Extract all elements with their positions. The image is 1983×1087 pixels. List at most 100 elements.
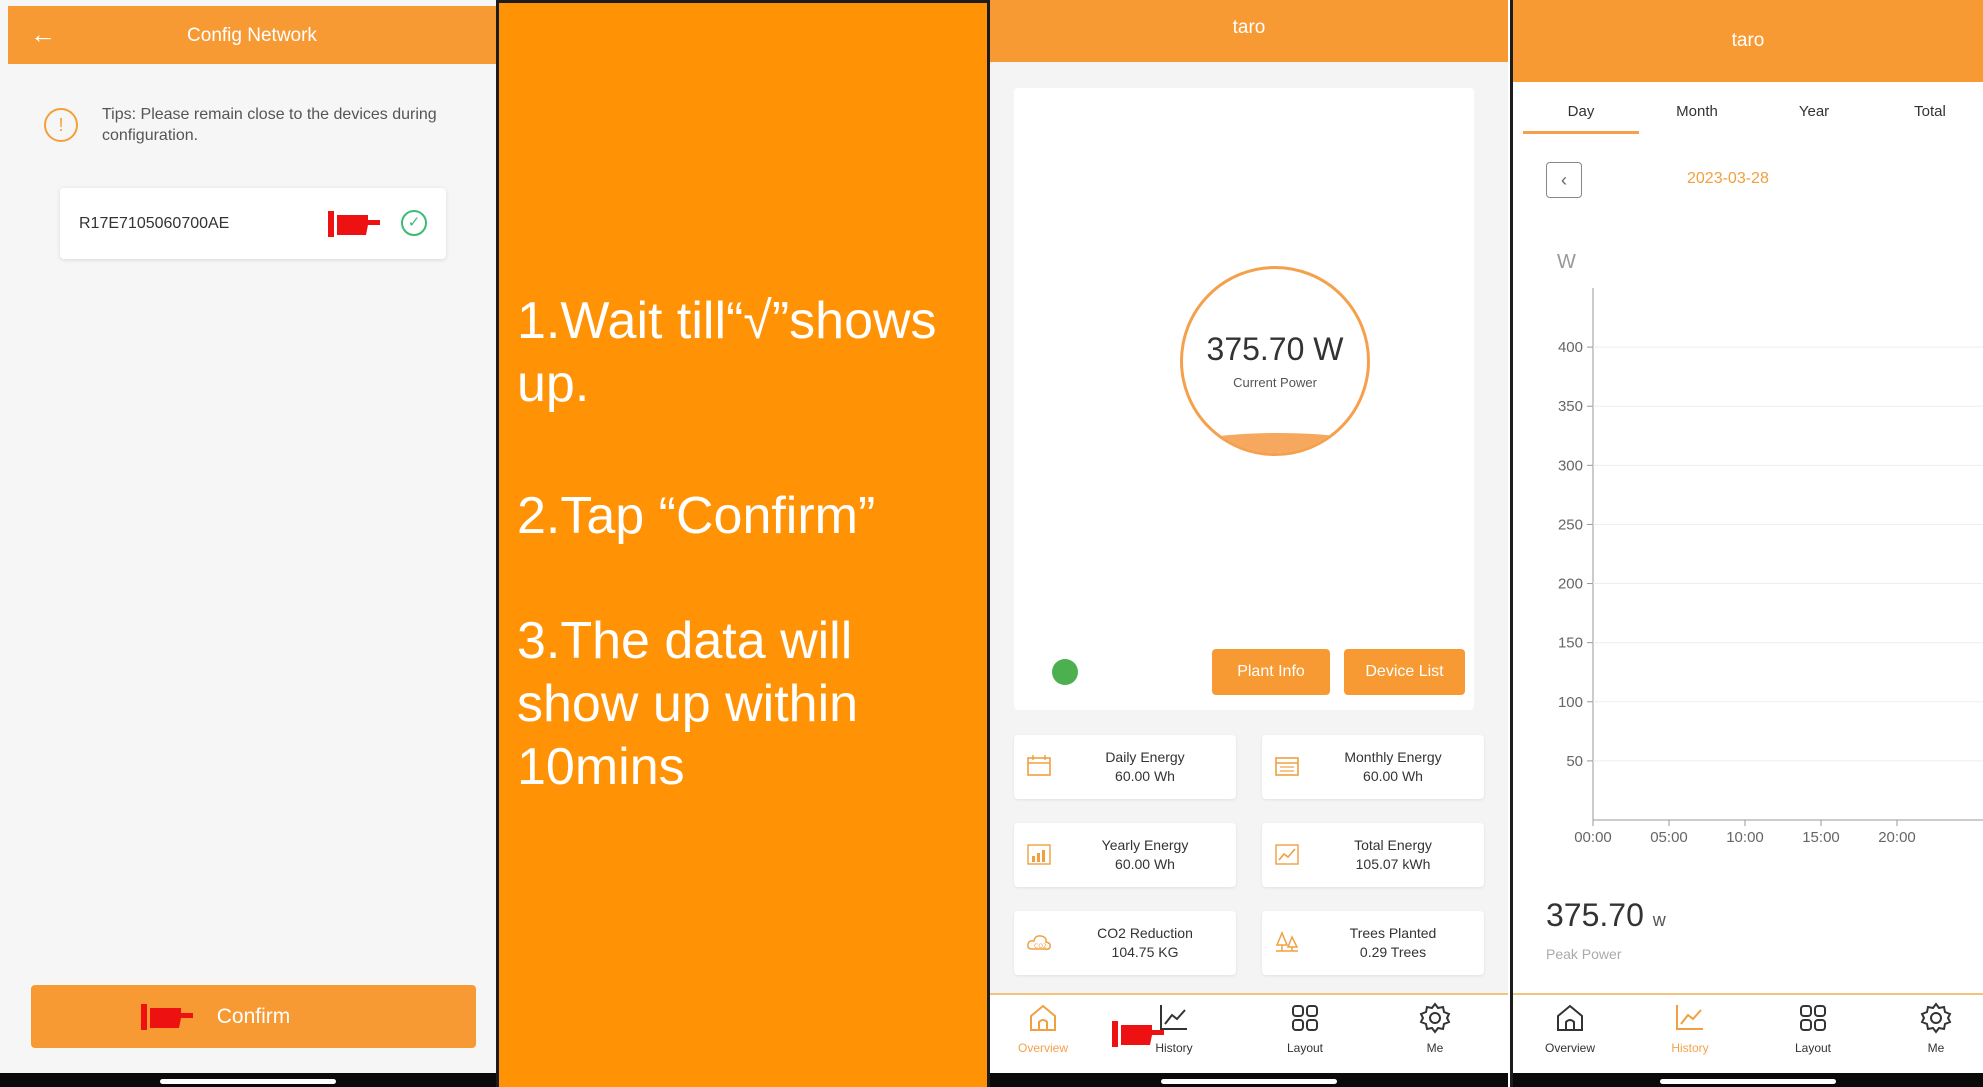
yearly-energy-card: Yearly Energy 60.00 Wh [1014,823,1236,887]
y-tick-label: 300 [1558,457,1583,474]
bottom-tab-bar: Overview History Layout Me [990,993,1508,1073]
y-tick-label: 50 [1566,753,1583,770]
current-power-label: Current Power [1233,375,1317,390]
device-serial: R17E7105060700AE [79,215,230,232]
stat-value: 104.75 KG [1111,944,1179,960]
trees-icon [1275,931,1299,952]
online-status-dot [1052,659,1078,685]
tab-overview[interactable]: Overview [998,1001,1088,1055]
tab-label: Overview [1017,1041,1068,1055]
stat-title: Daily Energy [1105,749,1185,765]
tab-me[interactable]: Me [1891,1001,1981,1055]
co2-cloud-icon: CO2 [1027,935,1051,950]
screenshot-stage: ← Config Network ! Tips: Please remain c… [0,0,1983,1087]
tab-label: Overview [1544,1041,1595,1055]
previous-date-button[interactable]: ‹ [1546,162,1582,198]
tab-year[interactable]: Year [1756,103,1872,120]
stat-value: 60.00 Wh [1115,856,1175,872]
pointing-hand-icon [1112,1021,1164,1047]
home-icon [1557,1004,1583,1031]
stat-value: 60.00 Wh [1363,768,1423,784]
layout-grid-icon [1292,1005,1318,1031]
calendar-grid-icon [1275,757,1299,776]
instruction-step-1: 1.Wait till“√”shows up. [517,292,937,413]
history-screen: taro Day Month Year Total ‹ 2023-03-28 W… [1510,0,1983,1087]
daily-energy-card: Daily Energy 60.00 Wh [1014,735,1236,799]
tab-total[interactable]: Total [1872,103,1983,120]
stat-title: CO2 Reduction [1097,925,1193,941]
x-tick-label: 20:00 [1878,829,1916,846]
info-icon: ! [44,108,78,142]
device-list-button[interactable]: Device List [1344,649,1465,695]
system-bottom-bar [0,1073,496,1087]
home-icon [1030,1004,1056,1031]
current-power-gauge: 375.70 W Current Power [1180,266,1370,456]
instruction-step-2: 2.Tap “Confirm” [517,487,876,545]
tab-label: Me [1426,1041,1444,1055]
tab-layout[interactable]: Layout [1260,1001,1350,1055]
plant-info-button[interactable]: Plant Info [1212,649,1330,695]
stat-title: Yearly Energy [1101,837,1189,853]
trend-chart-icon [1275,844,1299,865]
history-chart-icon [1676,1005,1703,1030]
x-tick-label: 00:00 [1574,829,1612,846]
overview-screen: taro 375.70 W Current Power Plant Info D… [990,0,1508,1087]
tab-overview[interactable]: Overview [1525,1001,1615,1055]
selected-date[interactable]: 2023-03-28 [1687,170,1769,188]
gear-icon [1419,1002,1451,1034]
y-axis-unit: W [1557,251,1576,273]
system-bottom-bar [990,1073,1508,1087]
tab-label: Me [1927,1041,1945,1055]
device-card[interactable]: R17E7105060700AE ✓ [60,188,446,259]
tip-text: Tips: Please remain close to the devices… [102,106,437,144]
total-energy-card: Total Energy 105.07 kWh [1262,823,1484,887]
plant-title: taro [1232,17,1266,38]
system-bottom-bar [1513,1073,1983,1087]
home-indicator[interactable] [1161,1079,1337,1084]
current-power-value: 375.70 W [1206,331,1344,367]
page-title: Config Network [187,25,317,46]
y-tick-label: 400 [1558,339,1583,356]
pointing-hand-icon [328,211,380,237]
y-tick-label: 200 [1558,576,1583,593]
history-header: taro [1513,0,1983,82]
tab-history[interactable]: History [1645,1001,1735,1055]
tab-month[interactable]: Month [1639,103,1755,120]
config-network-screen: ← Config Network ! Tips: Please remain c… [0,0,496,1087]
monthly-energy-card: Monthly Energy 60.00 Wh [1262,735,1484,799]
active-tab-indicator [1523,131,1639,134]
gauge-fill [1183,433,1367,453]
instruction-step-3: 3.The data will show up within 10mins [517,612,859,796]
tab-layout[interactable]: Layout [1768,1001,1858,1055]
trees-planted-card: Trees Planted 0.29 Trees [1262,911,1484,975]
tab-label: Layout [1286,1041,1324,1055]
layout-grid-icon [1800,1005,1826,1031]
x-tick-label: 15:00 [1802,829,1840,846]
power-history-chart: W 50 100 150 200 250 300 350 400 00:00 05:00 10:00 1… [1557,251,1983,846]
tab-label: Layout [1794,1041,1832,1055]
current-power-card: 375.70 W Current Power Plant Info Device… [1014,88,1474,710]
peak-power-unit: w [1652,910,1666,930]
tab-label: History [1671,1041,1709,1055]
bottom-tab-bar: Overview History Layout Me [1513,993,1983,1073]
peak-power-value: 375.70 w [1546,897,1666,934]
co2-reduction-card: CO2 CO2 Reduction 104.75 KG [1014,911,1236,975]
stat-value: 0.29 Trees [1359,944,1427,960]
x-tick-label: 05:00 [1650,829,1688,846]
x-tick-label: 10:00 [1726,829,1764,846]
tab-me[interactable]: Me [1390,1001,1480,1055]
stat-title: Trees Planted [1349,925,1437,941]
overview-header: taro [990,0,1508,62]
confirm-button[interactable]: Confirm [31,985,476,1048]
y-tick-label: 100 [1558,694,1583,711]
peak-power-label: Peak Power [1546,946,1622,962]
home-indicator[interactable] [160,1079,336,1084]
instructions-panel: 1.Wait till“√”shows up. 2.Tap “Confirm” … [496,0,990,1087]
home-indicator[interactable] [1660,1079,1836,1084]
y-tick-label: 250 [1558,516,1583,533]
stat-title: Total Energy [1354,837,1432,853]
plant-title: taro [1731,30,1765,51]
y-tick-label: 350 [1558,398,1583,415]
tab-day[interactable]: Day [1523,103,1639,120]
stat-value: 60.00 Wh [1115,768,1175,784]
